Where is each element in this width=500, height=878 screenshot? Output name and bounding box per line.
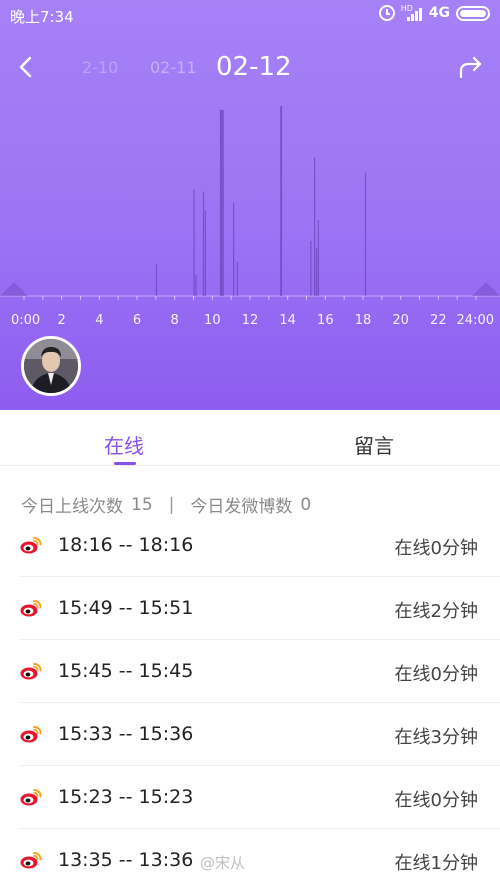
session-time: 15:23 -- 15:23 [58,786,194,808]
weibo-icon [20,662,42,680]
x-tick-label: 0:00 [11,313,40,328]
range-handle-left[interactable] [0,282,28,296]
header-panel: 晚上7:34 HD 4G 2-10 02-11 02-12 0:00 2 4 6 8 10… [0,0,500,410]
x-tick-label: 22 [430,313,447,328]
session-duration: 在线2分钟 [394,601,478,622]
x-tick-label: 20 [392,313,409,328]
session-time: 15:49 -- 15:51 [58,597,194,619]
chart-bar [315,248,318,296]
status-icons: HD 4G [378,5,490,21]
signal-icon [406,7,422,21]
online-count-value: 15 [131,494,153,515]
chart-bar [317,220,319,296]
x-tick-label: 8 [171,313,179,328]
x-tick-label: 24:00 [457,313,494,328]
weibo-icon [20,788,42,806]
session-duration: 在线0分钟 [394,538,478,559]
x-tick-label: 14 [279,313,296,328]
chart-bar [193,189,195,296]
tab-active-indicator [114,462,136,465]
hd-signal-group: HD [401,5,423,21]
list-item: 15:45 -- 15:45 在线0分钟 [20,640,500,703]
x-tick-label: 18 [355,313,372,328]
chart-bar [221,109,224,296]
chart-bar [233,202,235,296]
network-type: 4G [428,5,450,21]
date-tab-prev-2[interactable]: 2-10 [82,58,118,77]
chart-svg: 0:00 2 4 6 8 10 12 14 16 18 20 22 24:00 [0,106,500,328]
list-item: 13:35 -- 13:36 在线1分钟 [20,829,500,878]
tab-messages[interactable]: 留言 [354,430,394,459]
session-duration: 在线0分钟 [394,790,478,811]
list-item: 15:23 -- 15:23 在线0分钟 [20,766,500,829]
online-activity-chart: 0:00 2 4 6 8 10 12 14 16 18 20 22 24:00 [0,90,500,330]
x-tick-label: 16 [317,313,334,328]
x-tick-label: 2 [58,313,66,328]
chart-bar [202,191,205,296]
watermark: @宋从 [200,854,246,872]
date-tab-prev-1[interactable]: 02-11 [150,58,197,77]
session-duration: 在线1分钟 [394,853,478,874]
weibo-icon [20,536,42,554]
session-time: 13:35 -- 13:36 [58,849,194,871]
x-tick-label: 4 [95,313,103,328]
battery-icon [456,5,490,21]
status-time: 晚上7:34 [10,8,74,26]
tab-bar: 在线 留言 [0,410,500,466]
list-item: 18:16 -- 18:16 在线0分钟 [20,514,500,577]
range-handle-right[interactable] [472,282,500,296]
weibo-icon [20,851,42,869]
session-list: 18:16 -- 18:16 在线0分钟 15:49 -- 15:51 在线2分… [0,514,500,878]
date-nav: 2-10 02-11 02-12 [0,42,500,92]
weibo-icon [20,599,42,617]
back-icon[interactable] [14,54,40,80]
chart-bar [310,240,312,296]
session-time: 15:45 -- 15:45 [58,660,194,682]
x-tick-label: 12 [242,313,259,328]
status-bar: 晚上7:34 HD 4G [0,0,500,30]
chart-bar [280,106,283,296]
avatar[interactable] [21,336,81,396]
share-icon[interactable] [456,52,486,82]
x-tick-label: 6 [133,313,141,328]
chart-bar [364,172,367,296]
session-time: 15:33 -- 15:36 [58,723,194,745]
list-item: 15:33 -- 15:36 在线3分钟 [20,703,500,766]
avatar-image [24,339,78,393]
list-item: 15:49 -- 15:51 在线2分钟 [20,577,500,640]
x-tick-label: 10 [204,313,221,328]
chart-bar [195,275,197,296]
alarm-icon [378,5,395,21]
post-count-value: 0 [300,494,312,515]
chart-bar [236,261,239,296]
session-time: 18:16 -- 18:16 [58,534,194,556]
chart-bar [204,210,206,296]
date-tab-current[interactable]: 02-12 [216,52,292,82]
summary-separator: | [168,494,175,515]
weibo-icon [20,725,42,743]
session-duration: 在线0分钟 [394,664,478,685]
tab-online[interactable]: 在线 [104,430,144,459]
session-duration: 在线3分钟 [394,727,478,748]
chart-bar [219,109,222,296]
chart-bar [155,263,158,296]
chart-bar [314,157,316,296]
